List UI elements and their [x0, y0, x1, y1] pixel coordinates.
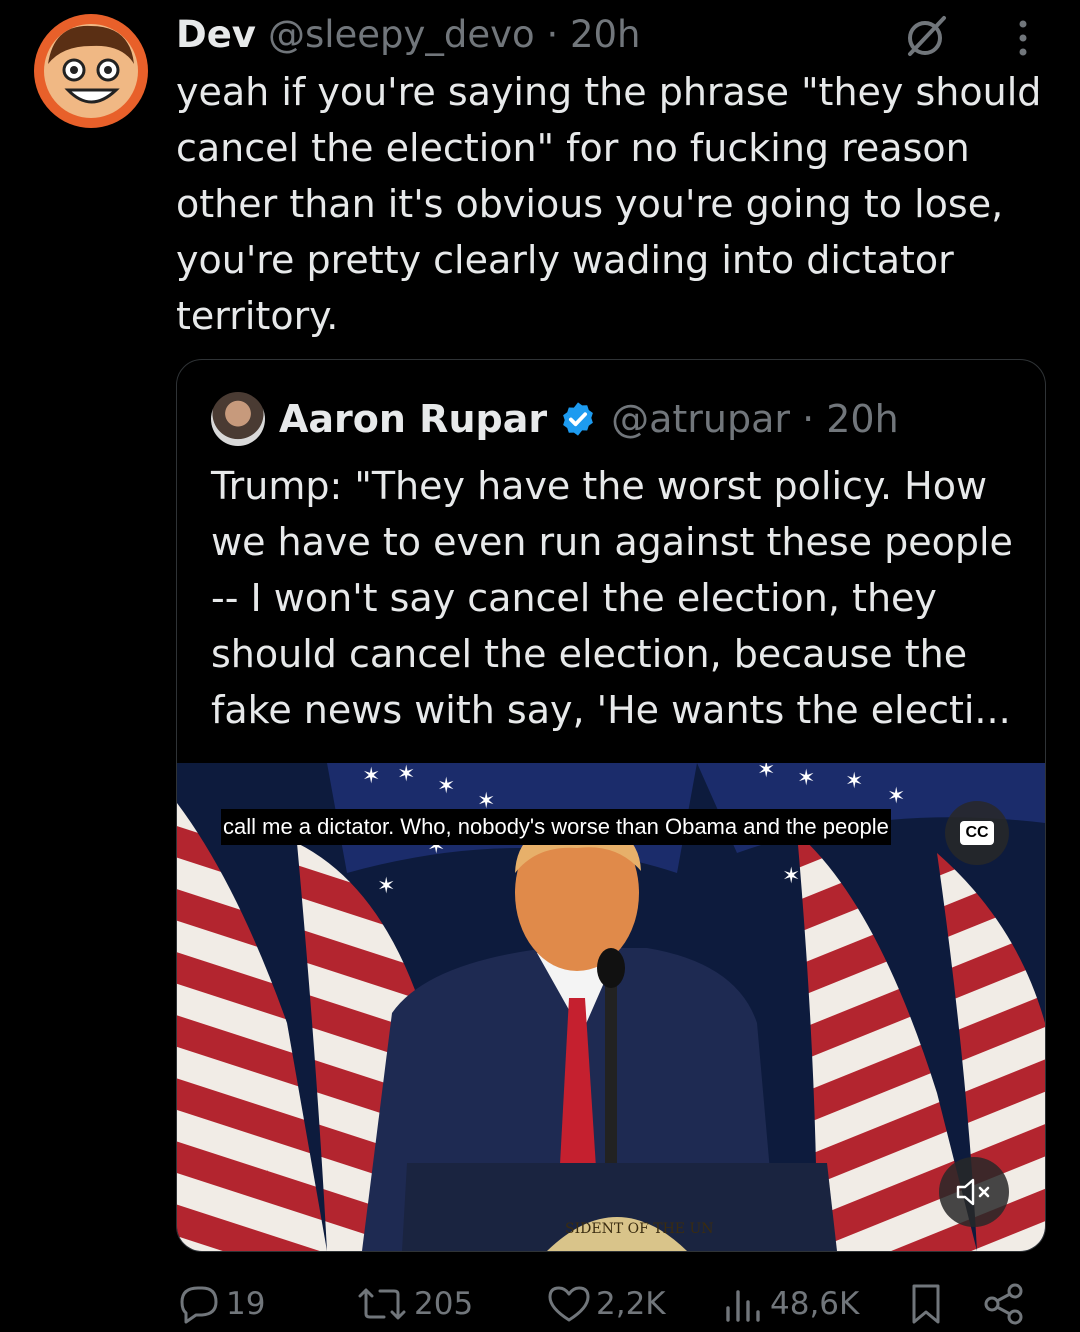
bookmark-icon	[912, 1284, 940, 1324]
quoted-author-avatar[interactable]	[211, 392, 265, 446]
tweet-text: yeah if you're saying the phrase "they s…	[176, 70, 1042, 338]
quoted-tweet-header: Aaron Rupar @atrupar · 20h	[211, 390, 899, 448]
more-vertical-icon[interactable]	[1006, 16, 1040, 60]
author-name[interactable]: Dev	[176, 13, 256, 56]
cc-icon: CC	[960, 821, 994, 845]
author-handle-time[interactable]: @sleepy_devo · 20h	[268, 13, 641, 56]
video-player[interactable]: ✶ ✶ ✶ ✶ ✶ ✶ ✶ ✶ ✶ ✶ ✶ SIDENT OF THE UN c…	[177, 763, 1045, 1251]
repost-icon	[358, 1288, 406, 1320]
svg-text:✶: ✶	[377, 874, 395, 899]
quoted-tweet[interactable]: Aaron Rupar @atrupar · 20h Trump: "They …	[176, 359, 1046, 1252]
verified-badge-icon	[563, 402, 593, 436]
quoted-tweet-text: Trump: "They have the worst policy. How …	[211, 464, 1013, 732]
share-icon	[984, 1283, 1023, 1325]
grok-icon[interactable]	[900, 14, 950, 58]
views-icon	[726, 1290, 760, 1322]
svg-text:✶: ✶	[782, 864, 800, 889]
tweet-header: Dev @sleepy_devo · 20h	[176, 10, 641, 58]
like-icon	[548, 1286, 590, 1322]
reply-count: 19	[226, 1286, 266, 1322]
quoted-author-name[interactable]: Aaron Rupar	[279, 397, 547, 441]
video-caption: call me a dictator. Who, nobody's worse …	[221, 809, 891, 845]
svg-text:✶: ✶	[437, 774, 455, 799]
svg-text:✶: ✶	[757, 763, 775, 783]
svg-text:✶: ✶	[362, 764, 380, 789]
mute-icon	[956, 1178, 990, 1206]
mute-button[interactable]	[939, 1157, 1009, 1227]
svg-text:✶: ✶	[397, 763, 415, 787]
quoted-author-handle-time[interactable]: @atrupar · 20h	[611, 397, 899, 441]
cc-button[interactable]: CC	[945, 801, 1009, 865]
podium-seal-text: SIDENT OF THE UN	[565, 1221, 714, 1237]
repost-count: 205	[414, 1286, 474, 1322]
views-count: 48,6K	[770, 1286, 860, 1322]
svg-text:✶: ✶	[845, 769, 863, 794]
svg-text:✶: ✶	[887, 784, 905, 809]
like-count: 2,2K	[596, 1286, 666, 1322]
author-avatar[interactable]	[34, 14, 148, 128]
reply-icon	[180, 1286, 218, 1324]
svg-text:✶: ✶	[797, 766, 815, 791]
